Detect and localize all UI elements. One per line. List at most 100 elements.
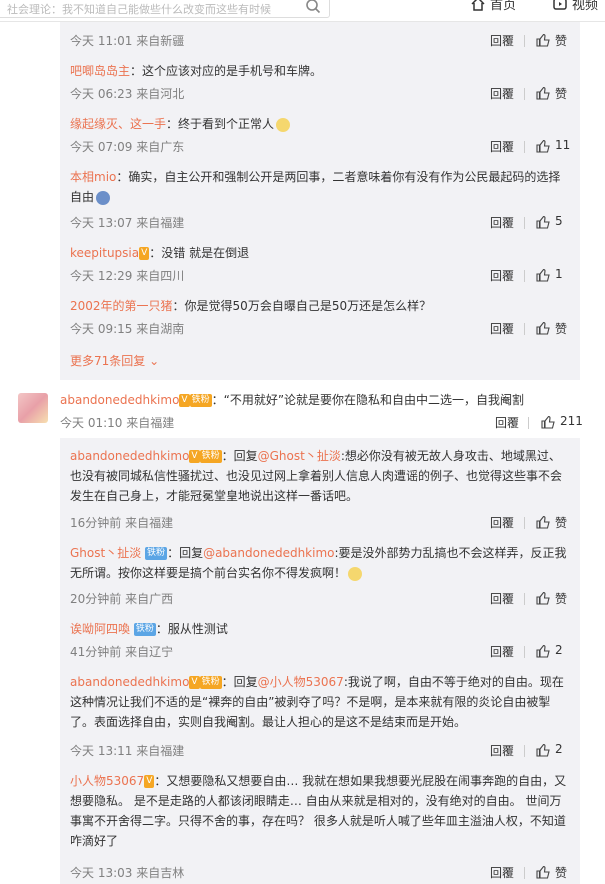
- top-bar: 社会理论：我不知道自己能做些什么改变而这些有时候 首页 视频: [0, 0, 605, 22]
- fan-badge: 铁粉: [133, 623, 156, 636]
- like-count: 1: [555, 267, 563, 281]
- user-name[interactable]: Ghost丶扯淡: [70, 546, 141, 560]
- search-input[interactable]: 社会理论：我不知道自己能做些什么改变而这些有时候: [7, 1, 271, 17]
- avatar[interactable]: [18, 393, 48, 423]
- user-name[interactable]: abandonededhkimo: [60, 393, 179, 407]
- user-name[interactable]: abandonededhkimo: [70, 449, 189, 463]
- reply-button[interactable]: 回覆: [490, 864, 514, 881]
- divider: [524, 323, 525, 335]
- more-replies-link[interactable]: 更多71条回复 ⌄: [70, 351, 568, 371]
- comment-text: ：“不用就好”论就是要你在隐私和自由中二选一，自我阉割: [211, 393, 525, 407]
- user-name[interactable]: 缘起缘灭、这一手: [70, 117, 166, 131]
- comment-meta: 16分钟前 来自福建: [70, 516, 174, 530]
- like-count: 赞: [555, 322, 568, 336]
- nav-home-label: 首页: [490, 0, 517, 13]
- reply-button[interactable]: 回覆: [490, 590, 514, 607]
- sub-comment: Ghost丶扯淡 铁粉 ：回复@abandonededhkimo:要是没外部势力乱…: [70, 543, 568, 583]
- fan-badge: 铁粉: [199, 450, 222, 463]
- comment-meta: 今天 06:23 来自河北: [70, 87, 185, 101]
- comment-meta: 今天 13:07 来自福建: [70, 216, 185, 230]
- laugh-emoji-icon: [348, 566, 363, 581]
- reply-button[interactable]: 回覆: [490, 643, 514, 660]
- fan-badge: 铁粉: [189, 394, 212, 407]
- comment-text: ：服从性测试: [155, 622, 228, 636]
- user-name[interactable]: 吧唧岛岛主: [70, 64, 130, 78]
- comment-meta: 今天 11:01 来自新疆: [70, 34, 185, 48]
- user-name[interactable]: 2002年的第一只猪: [70, 299, 173, 313]
- like-count: 赞: [555, 87, 568, 101]
- like-count: 赞: [555, 866, 568, 880]
- divider: [524, 646, 525, 658]
- mention-link[interactable]: @abandonededhkimo: [203, 546, 334, 560]
- divider: [524, 593, 525, 605]
- emoji-icon: [96, 190, 111, 205]
- sub-comment: 诶呦阿四喚 铁粉 ：服从性测试: [70, 619, 568, 639]
- comment-text: ：没错 就是在倒退: [149, 246, 250, 260]
- like-icon[interactable]: [540, 414, 556, 430]
- search-box[interactable]: 社会理论：我不知道自己能做些什么改变而这些有时候: [0, 0, 330, 18]
- vip-crown-icon: V: [144, 775, 155, 788]
- divider: [524, 217, 525, 229]
- sub-comment: 吧唧岛岛主：这个应该对应的是手机号和车牌。: [70, 61, 568, 81]
- like-icon[interactable]: [535, 320, 551, 336]
- reply-button[interactable]: 回覆: [490, 742, 514, 759]
- divider: [524, 88, 525, 100]
- like-count: 11: [555, 138, 571, 152]
- comment-meta: 今天 09:15 来自湖南: [70, 322, 185, 336]
- comment-meta: 今天 12:29 来自四川: [70, 269, 185, 283]
- comment-meta: 今天 07:09 来自广东: [70, 140, 185, 154]
- search-icon[interactable]: [305, 0, 321, 14]
- reply-button[interactable]: 回覆: [490, 320, 514, 337]
- vip-crown-icon: V: [189, 450, 200, 463]
- like-icon[interactable]: [535, 214, 551, 230]
- like-count: 2: [555, 742, 563, 756]
- like-count: 211: [560, 414, 583, 428]
- sub-comment: keepitupsia V ：没错 就是在倒退: [70, 243, 568, 263]
- comment-meta: 今天 13:03 来自吉林: [70, 866, 185, 880]
- comment-text: ：终于看到个正常人: [166, 117, 275, 131]
- nav-home[interactable]: 首页: [470, 0, 516, 13]
- comment-meta: 今天 01:10 来自福建: [60, 416, 175, 430]
- mention-link[interactable]: @Ghost丶扯淡: [258, 449, 341, 463]
- reply-prefix: ：回复: [167, 546, 204, 560]
- divider: [524, 270, 525, 282]
- like-icon[interactable]: [535, 138, 551, 154]
- reply-prefix: ：回复: [221, 449, 258, 463]
- nav-video-label: 视频: [572, 0, 599, 13]
- reply-button[interactable]: 回覆: [490, 267, 514, 284]
- mention-link[interactable]: @小人物53067: [258, 675, 344, 689]
- like-count: 赞: [555, 34, 568, 48]
- smile-emoji-icon: [276, 117, 291, 132]
- reply-button[interactable]: 回覆: [490, 32, 514, 49]
- like-count: 5: [555, 214, 563, 228]
- comment-text: ：确实，自主公开和强制公开是两回事，二者意味着你有没有作为公民最起码的选择自由: [70, 170, 561, 204]
- user-name[interactable]: 本相mio: [70, 170, 116, 184]
- like-icon[interactable]: [535, 643, 551, 659]
- comment-meta: 20分钟前 来自广西: [70, 592, 174, 606]
- sub-comment: abandonededhkimo V 铁粉 ：回复@Ghost丶扯淡:想必你没有被无故…: [70, 446, 568, 506]
- divider: [524, 745, 525, 757]
- like-icon[interactable]: [535, 864, 551, 880]
- divider: [524, 35, 525, 47]
- like-icon[interactable]: [535, 267, 551, 283]
- like-icon[interactable]: [535, 85, 551, 101]
- like-icon[interactable]: [535, 742, 551, 758]
- fan-badge: 铁粉: [145, 547, 168, 560]
- like-icon[interactable]: [535, 32, 551, 48]
- user-name[interactable]: abandonededhkimo: [70, 675, 189, 689]
- sub-comment: 缘起缘灭、这一手：终于看到个正常人: [70, 114, 568, 134]
- user-name[interactable]: keepitupsia: [70, 246, 139, 260]
- reply-button[interactable]: 回覆: [490, 138, 514, 155]
- reply-button[interactable]: 回覆: [490, 85, 514, 102]
- reply-button[interactable]: 回覆: [495, 414, 519, 431]
- sub-comment: abandonededhkimo V 铁粉 ：回复@小人物53067:我说了啊，自由不…: [70, 672, 568, 732]
- reply-button[interactable]: 回覆: [490, 214, 514, 231]
- home-icon: [471, 0, 485, 11]
- nav-video[interactable]: 视频: [552, 0, 598, 13]
- like-icon[interactable]: [535, 590, 551, 606]
- like-icon[interactable]: [535, 514, 551, 530]
- reply-button[interactable]: 回覆: [490, 514, 514, 531]
- user-name[interactable]: 小人物53067: [70, 774, 144, 788]
- user-name[interactable]: 诶呦阿四喚: [70, 622, 130, 636]
- divider: [524, 867, 525, 879]
